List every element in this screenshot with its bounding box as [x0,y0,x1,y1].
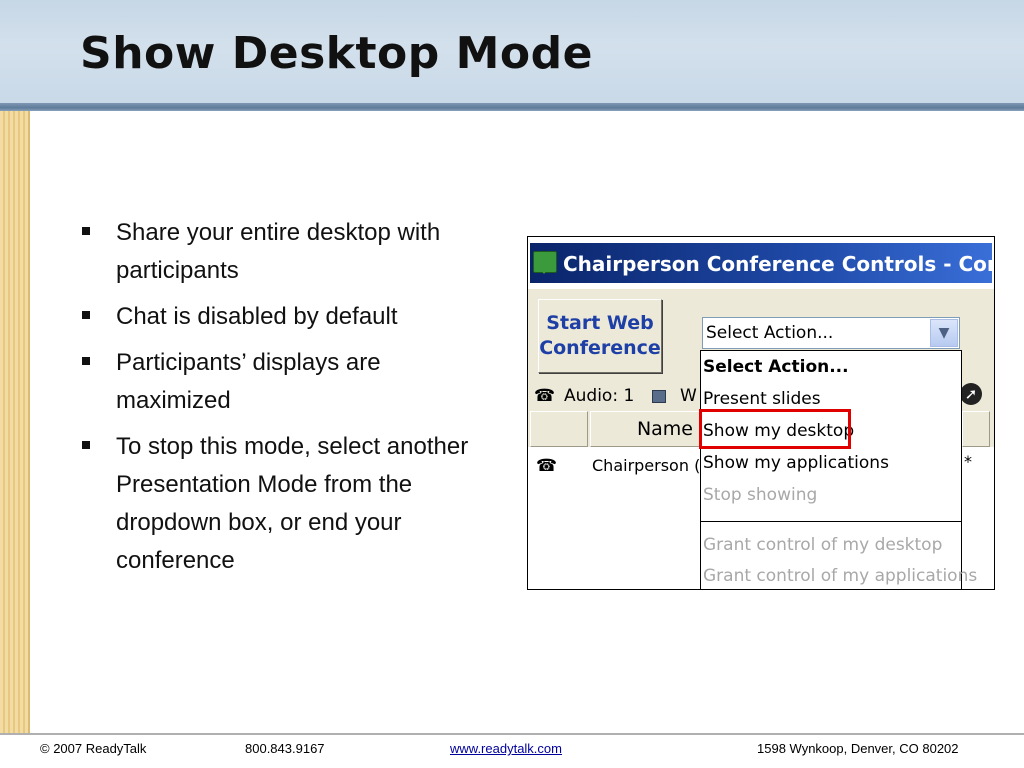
footer-address: 1598 Wynkoop, Denver, CO 80202 [757,741,959,756]
footer-website-wrap: www.readytalk.com [450,741,562,756]
footer-website-link[interactable]: www.readytalk.com [450,741,562,756]
bullet-square-icon [82,441,90,449]
column-header-extra[interactable] [962,411,990,447]
left-stripe-edge [28,111,30,733]
dropdown-option-grant-desktop: Grant control of my desktop [703,535,943,555]
column-header-name[interactable]: Name [590,411,700,447]
chevron-down-icon[interactable]: ▼ [930,319,958,347]
telephone-icon: ☎ [534,386,556,406]
bullet-text: Chat is disabled by default [116,303,398,330]
dropdown-option-grant-applications: Grant control of my applications [703,566,978,586]
telephone-icon: ☎ [536,456,558,476]
participant-name: Chairperson ( [592,456,701,475]
bullet-text: Share your entire desktop with participa… [116,219,441,284]
dropdown-option-show-my-applications[interactable]: Show my applications [703,448,889,478]
bullet-item: Participants’ displays are maximized [80,344,480,420]
start-web-conference-button[interactable]: Start Web Conference [538,299,662,373]
action-select[interactable]: Select Action... ▼ [702,317,960,349]
highlight-box [699,409,851,449]
computer-icon [652,390,666,403]
bullet-text: Participants’ displays are maximized [116,349,381,414]
window-title: Chairperson Conference Controls - Confer [563,252,995,276]
column-header-status[interactable] [530,411,588,447]
bullet-square-icon [82,227,90,235]
slide-title: Show Desktop Mode [80,28,593,79]
window-titlebar: Chairperson Conference Controls - Confer [528,237,994,289]
web-count-label: W [680,386,697,406]
bullet-item: Share your entire desktop with participa… [80,214,480,290]
app-chat-icon [533,251,557,274]
bullet-square-icon [82,357,90,365]
footer-copyright: © 2007 ReadyTalk [40,741,147,756]
action-select-value: Select Action... [706,323,834,343]
dropdown-option-stop-showing: Stop showing [703,485,818,505]
bullet-item: Chat is disabled by default [80,298,480,336]
dropdown-separator [701,521,961,522]
dropdown-option-select-action[interactable]: Select Action... [703,352,849,382]
bullet-square-icon [82,311,90,319]
footer-phone: 800.843.9167 [245,741,325,756]
header-divider [0,103,1024,111]
participant-flag: * [964,452,972,471]
bullet-text: To stop this mode, select another Presen… [116,433,469,574]
window-titlebar-bar: Chairperson Conference Controls - Confer [530,243,995,283]
left-decorative-stripe [0,111,28,733]
audio-count-label: Audio: 1 [564,386,635,406]
bullet-list: Share your entire desktop with participa… [80,214,480,588]
bullet-item: To stop this mode, select another Presen… [80,428,480,580]
arrow-icon[interactable]: ➚ [960,383,982,405]
action-dropdown-list: Select Action... Present slides Show my … [700,350,977,589]
footer-divider [0,733,1024,735]
